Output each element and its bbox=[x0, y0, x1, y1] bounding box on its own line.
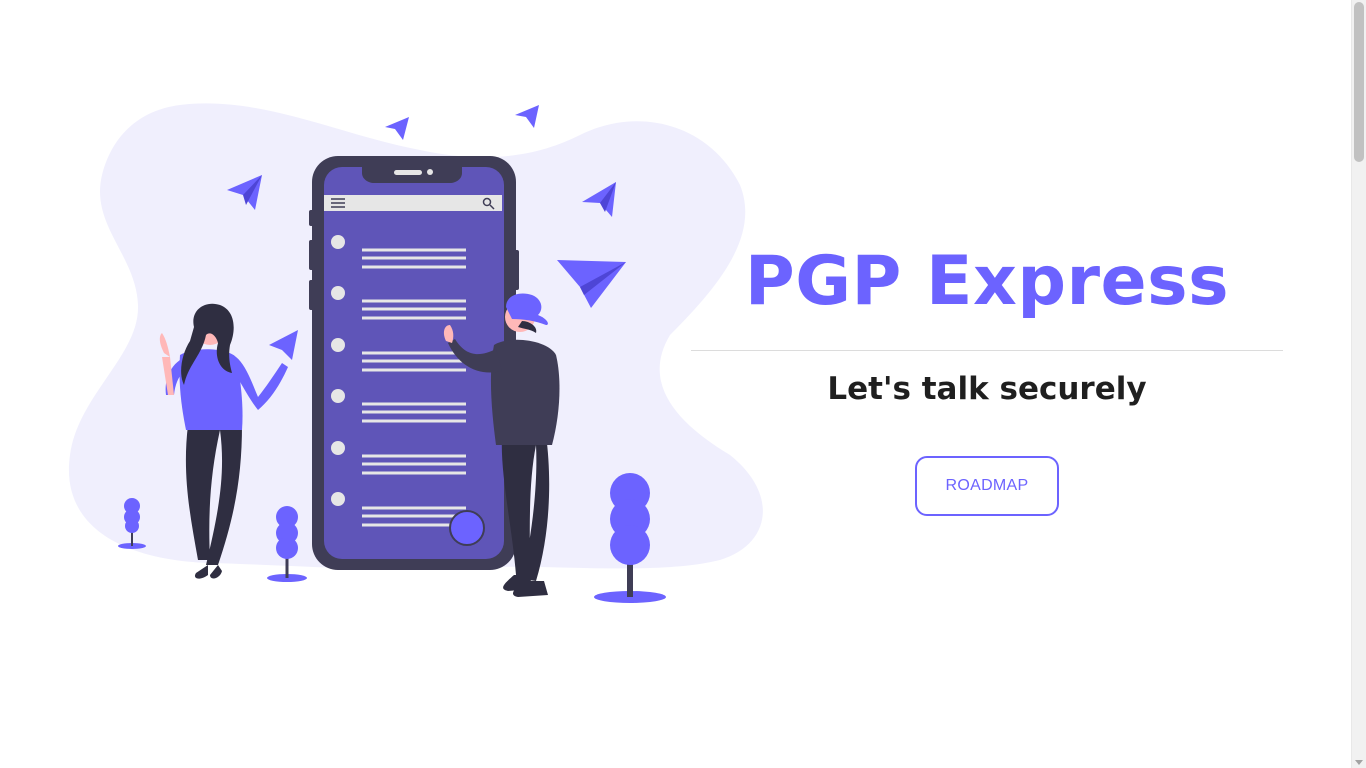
hero-subtitle: Let's talk securely bbox=[827, 371, 1147, 407]
scrollbar-thumb[interactable] bbox=[1354, 2, 1364, 162]
roadmap-button[interactable]: ROADMAP bbox=[915, 456, 1059, 516]
hero-divider bbox=[691, 350, 1283, 351]
hero-title: PGP Express bbox=[744, 242, 1230, 321]
scroll-down-arrow-icon[interactable] bbox=[1355, 760, 1363, 765]
vertical-scrollbar[interactable] bbox=[1351, 0, 1366, 768]
hero-illustration bbox=[68, 103, 763, 603]
paper-plane-icon bbox=[515, 105, 539, 128]
page: PGP Express Let's talk securely ROADMAP bbox=[0, 0, 1366, 768]
paper-plane-icon bbox=[385, 117, 409, 140]
